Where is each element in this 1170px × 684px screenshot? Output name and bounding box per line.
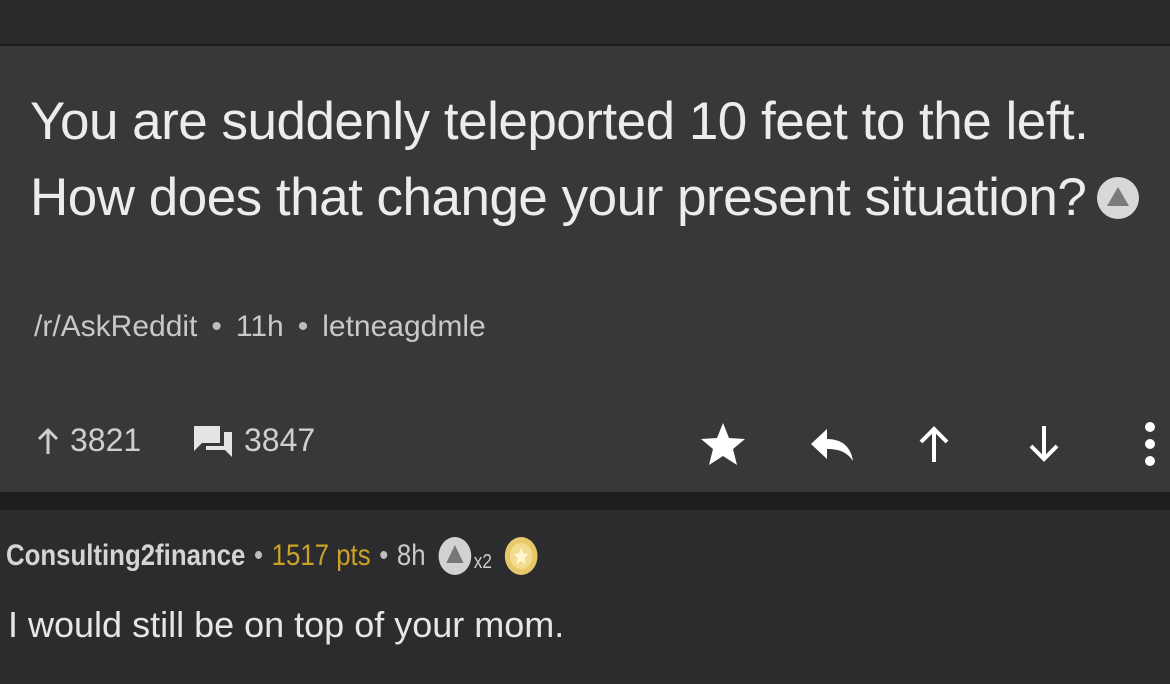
comment-silver-award: x2	[438, 536, 492, 576]
subreddit-link[interactable]: /r/AskReddit	[34, 310, 197, 343]
post-age: 11h	[235, 310, 284, 343]
upvote-button[interactable]	[908, 418, 960, 470]
comment-gold-award	[504, 536, 538, 576]
post-author-link[interactable]: letneagdmle	[322, 310, 485, 343]
comment-count-value: 3847	[244, 422, 316, 458]
silver-award-icon	[438, 537, 472, 575]
silver-award-icon	[1097, 177, 1140, 219]
star-icon	[701, 423, 745, 465]
more-icon	[1145, 422, 1155, 466]
comments-icon	[194, 425, 232, 457]
comment-author-link[interactable]: Consulting2finance	[6, 539, 245, 573]
save-star-button[interactable]	[697, 418, 749, 470]
reply-button[interactable]	[806, 418, 858, 470]
meta-separator: •	[297, 310, 309, 343]
reddit-thread-view: You are suddenly teleported 10 feet to t…	[0, 0, 1170, 684]
comment-count[interactable]: 3847	[192, 422, 315, 459]
upvote-count-icon	[37, 427, 59, 454]
comment-age: 8h	[396, 539, 426, 572]
post-title[interactable]: You are suddenly teleported 10 feet to t…	[30, 84, 1150, 236]
comment-header: Consulting2finance • 1517 pts • 8h x2	[6, 536, 538, 576]
upvote-arrow-icon	[919, 426, 949, 462]
comment-item: Consulting2finance • 1517 pts • 8h x2 I	[0, 510, 1170, 684]
more-options-button[interactable]	[1124, 418, 1170, 470]
meta-separator: •	[379, 539, 389, 572]
comment-body: I would still be on top of your mom.	[8, 604, 565, 645]
upvote-count-value: 3821	[70, 422, 142, 458]
upvote-count: 3821	[36, 422, 141, 459]
post-card: You are suddenly teleported 10 feet to t…	[0, 46, 1170, 492]
downvote-arrow-icon	[1029, 426, 1059, 462]
gold-award-icon	[504, 537, 538, 575]
post-meta: /r/AskReddit • 11h • letneagdmle	[34, 310, 486, 344]
award-count: x2	[473, 551, 492, 573]
post-action-bar: 3821 3847	[0, 414, 1170, 470]
comment-points: 1517 pts	[271, 539, 371, 572]
meta-separator: •	[253, 539, 264, 572]
downvote-button[interactable]	[1018, 418, 1070, 470]
reply-icon	[811, 429, 853, 461]
meta-separator: •	[211, 310, 222, 343]
post-title-text: You are suddenly teleported 10 feet to t…	[30, 92, 1089, 227]
top-bar	[0, 0, 1170, 46]
section-divider	[0, 492, 1170, 510]
